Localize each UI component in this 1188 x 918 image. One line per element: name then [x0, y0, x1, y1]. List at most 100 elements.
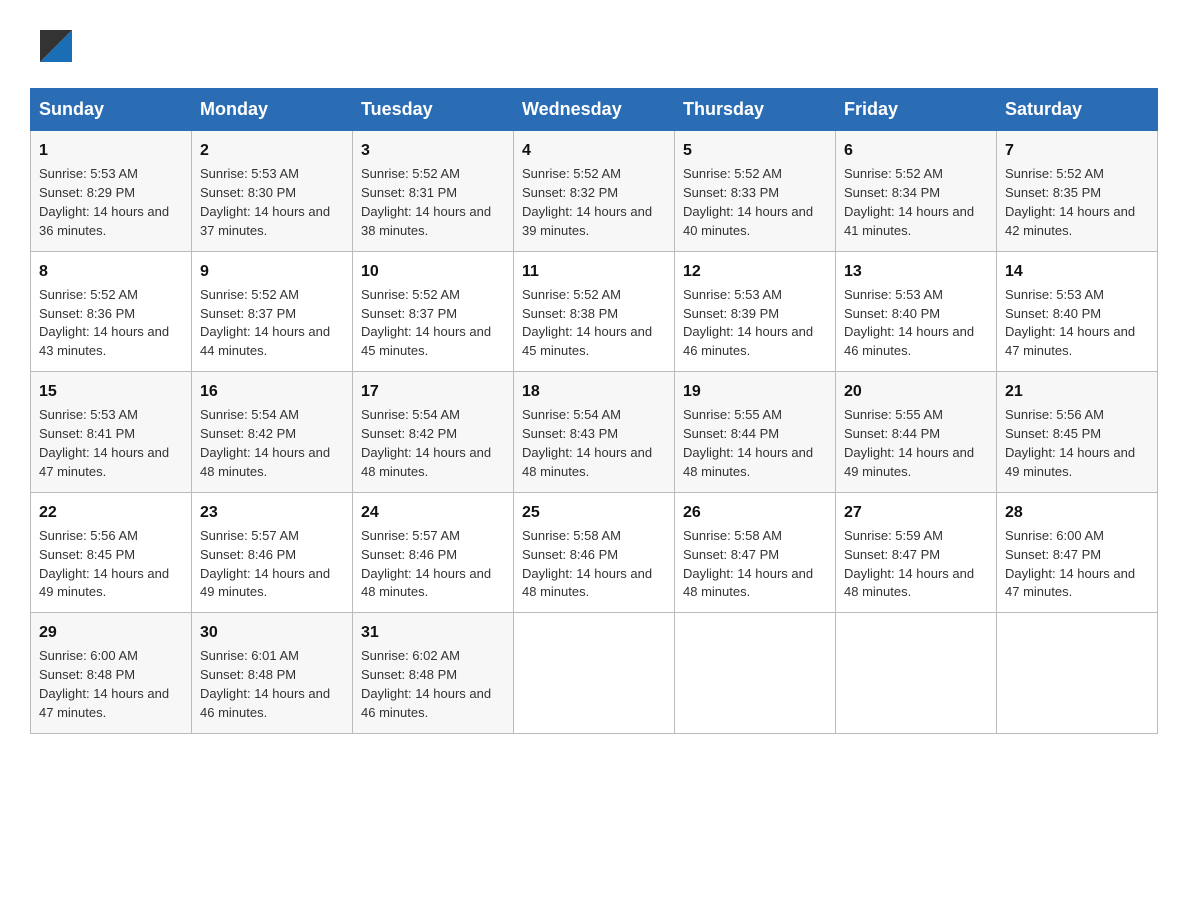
day-info: Sunrise: 5:52 AMSunset: 8:38 PMDaylight:…	[522, 287, 652, 359]
day-info: Sunrise: 5:53 AMSunset: 8:30 PMDaylight:…	[200, 166, 330, 238]
weekday-header-row: SundayMondayTuesdayWednesdayThursdayFrid…	[31, 89, 1158, 131]
day-number: 30	[200, 621, 344, 644]
calendar-cell: 20 Sunrise: 5:55 AMSunset: 8:44 PMDaylig…	[836, 372, 997, 493]
day-info: Sunrise: 6:00 AMSunset: 8:47 PMDaylight:…	[1005, 528, 1135, 600]
day-number: 31	[361, 621, 505, 644]
day-number: 29	[39, 621, 183, 644]
calendar-cell: 1 Sunrise: 5:53 AMSunset: 8:29 PMDayligh…	[31, 131, 192, 252]
logo-icon	[30, 20, 82, 72]
week-row-5: 29 Sunrise: 6:00 AMSunset: 8:48 PMDaylig…	[31, 613, 1158, 734]
day-info: Sunrise: 5:57 AMSunset: 8:46 PMDaylight:…	[200, 528, 330, 600]
day-info: Sunrise: 5:53 AMSunset: 8:40 PMDaylight:…	[844, 287, 974, 359]
day-number: 8	[39, 260, 183, 283]
day-info: Sunrise: 5:55 AMSunset: 8:44 PMDaylight:…	[683, 407, 813, 479]
weekday-sunday: Sunday	[31, 89, 192, 131]
calendar-cell: 25 Sunrise: 5:58 AMSunset: 8:46 PMDaylig…	[514, 492, 675, 613]
day-number: 3	[361, 139, 505, 162]
day-info: Sunrise: 5:53 AMSunset: 8:39 PMDaylight:…	[683, 287, 813, 359]
weekday-saturday: Saturday	[997, 89, 1158, 131]
day-number: 20	[844, 380, 988, 403]
calendar-cell: 11 Sunrise: 5:52 AMSunset: 8:38 PMDaylig…	[514, 251, 675, 372]
calendar-cell: 27 Sunrise: 5:59 AMSunset: 8:47 PMDaylig…	[836, 492, 997, 613]
day-info: Sunrise: 6:00 AMSunset: 8:48 PMDaylight:…	[39, 648, 169, 720]
calendar-cell: 22 Sunrise: 5:56 AMSunset: 8:45 PMDaylig…	[31, 492, 192, 613]
day-info: Sunrise: 5:53 AMSunset: 8:40 PMDaylight:…	[1005, 287, 1135, 359]
day-number: 23	[200, 501, 344, 524]
calendar-cell: 28 Sunrise: 6:00 AMSunset: 8:47 PMDaylig…	[997, 492, 1158, 613]
weekday-friday: Friday	[836, 89, 997, 131]
calendar-cell: 16 Sunrise: 5:54 AMSunset: 8:42 PMDaylig…	[192, 372, 353, 493]
calendar-cell: 18 Sunrise: 5:54 AMSunset: 8:43 PMDaylig…	[514, 372, 675, 493]
calendar-cell: 6 Sunrise: 5:52 AMSunset: 8:34 PMDayligh…	[836, 131, 997, 252]
day-number: 16	[200, 380, 344, 403]
calendar-cell	[836, 613, 997, 734]
calendar-cell: 14 Sunrise: 5:53 AMSunset: 8:40 PMDaylig…	[997, 251, 1158, 372]
weekday-monday: Monday	[192, 89, 353, 131]
day-info: Sunrise: 5:52 AMSunset: 8:34 PMDaylight:…	[844, 166, 974, 238]
weekday-wednesday: Wednesday	[514, 89, 675, 131]
day-info: Sunrise: 5:53 AMSunset: 8:41 PMDaylight:…	[39, 407, 169, 479]
calendar-cell: 23 Sunrise: 5:57 AMSunset: 8:46 PMDaylig…	[192, 492, 353, 613]
day-number: 4	[522, 139, 666, 162]
day-number: 15	[39, 380, 183, 403]
calendar-cell: 21 Sunrise: 5:56 AMSunset: 8:45 PMDaylig…	[997, 372, 1158, 493]
calendar-cell: 26 Sunrise: 5:58 AMSunset: 8:47 PMDaylig…	[675, 492, 836, 613]
day-info: Sunrise: 5:52 AMSunset: 8:35 PMDaylight:…	[1005, 166, 1135, 238]
calendar-cell: 5 Sunrise: 5:52 AMSunset: 8:33 PMDayligh…	[675, 131, 836, 252]
week-row-1: 1 Sunrise: 5:53 AMSunset: 8:29 PMDayligh…	[31, 131, 1158, 252]
page-header	[30, 20, 1158, 72]
day-info: Sunrise: 6:02 AMSunset: 8:48 PMDaylight:…	[361, 648, 491, 720]
day-info: Sunrise: 5:53 AMSunset: 8:29 PMDaylight:…	[39, 166, 169, 238]
day-number: 1	[39, 139, 183, 162]
calendar-cell: 17 Sunrise: 5:54 AMSunset: 8:42 PMDaylig…	[353, 372, 514, 493]
calendar-cell: 19 Sunrise: 5:55 AMSunset: 8:44 PMDaylig…	[675, 372, 836, 493]
day-number: 10	[361, 260, 505, 283]
day-number: 9	[200, 260, 344, 283]
calendar-cell: 15 Sunrise: 5:53 AMSunset: 8:41 PMDaylig…	[31, 372, 192, 493]
calendar-table: SundayMondayTuesdayWednesdayThursdayFrid…	[30, 88, 1158, 734]
calendar-cell: 4 Sunrise: 5:52 AMSunset: 8:32 PMDayligh…	[514, 131, 675, 252]
calendar-cell: 31 Sunrise: 6:02 AMSunset: 8:48 PMDaylig…	[353, 613, 514, 734]
calendar-cell: 8 Sunrise: 5:52 AMSunset: 8:36 PMDayligh…	[31, 251, 192, 372]
calendar-cell: 10 Sunrise: 5:52 AMSunset: 8:37 PMDaylig…	[353, 251, 514, 372]
day-number: 7	[1005, 139, 1149, 162]
day-info: Sunrise: 5:52 AMSunset: 8:37 PMDaylight:…	[200, 287, 330, 359]
day-number: 19	[683, 380, 827, 403]
calendar-cell	[997, 613, 1158, 734]
calendar-cell: 24 Sunrise: 5:57 AMSunset: 8:46 PMDaylig…	[353, 492, 514, 613]
week-row-2: 8 Sunrise: 5:52 AMSunset: 8:36 PMDayligh…	[31, 251, 1158, 372]
calendar-cell: 30 Sunrise: 6:01 AMSunset: 8:48 PMDaylig…	[192, 613, 353, 734]
day-info: Sunrise: 5:57 AMSunset: 8:46 PMDaylight:…	[361, 528, 491, 600]
day-number: 2	[200, 139, 344, 162]
calendar-cell	[514, 613, 675, 734]
day-number: 26	[683, 501, 827, 524]
day-info: Sunrise: 5:54 AMSunset: 8:42 PMDaylight:…	[361, 407, 491, 479]
calendar-cell: 29 Sunrise: 6:00 AMSunset: 8:48 PMDaylig…	[31, 613, 192, 734]
calendar-cell: 9 Sunrise: 5:52 AMSunset: 8:37 PMDayligh…	[192, 251, 353, 372]
day-info: Sunrise: 5:54 AMSunset: 8:42 PMDaylight:…	[200, 407, 330, 479]
day-number: 25	[522, 501, 666, 524]
day-info: Sunrise: 5:56 AMSunset: 8:45 PMDaylight:…	[39, 528, 169, 600]
day-info: Sunrise: 5:59 AMSunset: 8:47 PMDaylight:…	[844, 528, 974, 600]
day-info: Sunrise: 5:52 AMSunset: 8:32 PMDaylight:…	[522, 166, 652, 238]
weekday-thursday: Thursday	[675, 89, 836, 131]
weekday-tuesday: Tuesday	[353, 89, 514, 131]
calendar-cell	[675, 613, 836, 734]
day-number: 27	[844, 501, 988, 524]
day-info: Sunrise: 5:52 AMSunset: 8:33 PMDaylight:…	[683, 166, 813, 238]
calendar-cell: 12 Sunrise: 5:53 AMSunset: 8:39 PMDaylig…	[675, 251, 836, 372]
day-number: 17	[361, 380, 505, 403]
day-number: 12	[683, 260, 827, 283]
day-info: Sunrise: 5:52 AMSunset: 8:37 PMDaylight:…	[361, 287, 491, 359]
day-info: Sunrise: 5:52 AMSunset: 8:36 PMDaylight:…	[39, 287, 169, 359]
logo	[30, 20, 86, 72]
day-number: 18	[522, 380, 666, 403]
calendar-cell: 13 Sunrise: 5:53 AMSunset: 8:40 PMDaylig…	[836, 251, 997, 372]
day-number: 14	[1005, 260, 1149, 283]
week-row-3: 15 Sunrise: 5:53 AMSunset: 8:41 PMDaylig…	[31, 372, 1158, 493]
day-number: 13	[844, 260, 988, 283]
day-info: Sunrise: 5:58 AMSunset: 8:47 PMDaylight:…	[683, 528, 813, 600]
day-number: 28	[1005, 501, 1149, 524]
calendar-cell: 3 Sunrise: 5:52 AMSunset: 8:31 PMDayligh…	[353, 131, 514, 252]
day-info: Sunrise: 5:52 AMSunset: 8:31 PMDaylight:…	[361, 166, 491, 238]
